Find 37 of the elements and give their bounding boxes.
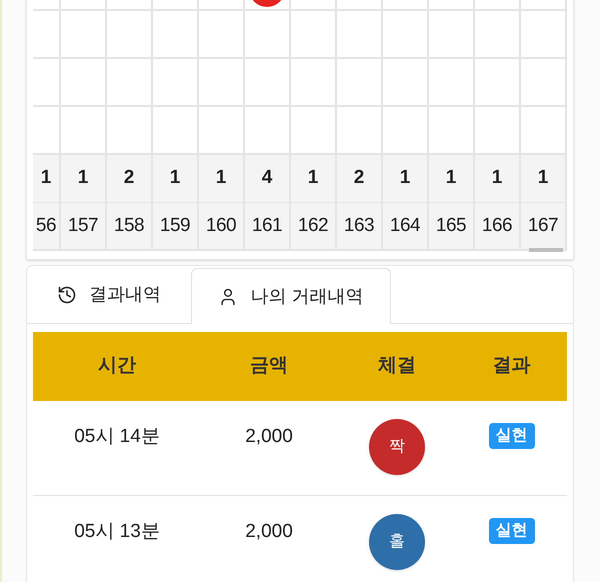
column-header: 금액 (249, 354, 289, 378)
round-number: 167 (521, 203, 565, 251)
scrollbar-thumb (529, 248, 563, 252)
column-header: 체결 (377, 354, 417, 378)
table-cell-text: 2,000 (244, 520, 294, 544)
round-number: 159 (153, 203, 197, 251)
history-icon (57, 284, 77, 304)
count-label: 1 (216, 166, 226, 190)
count-label: 1 (40, 166, 52, 190)
status-badge: 실현 (488, 423, 534, 449)
round-number: 161 (245, 203, 289, 251)
count-label: 1 (446, 166, 456, 190)
count-label: 2 (354, 166, 364, 190)
count-label: 1 (538, 166, 548, 190)
column-header: 시간 (97, 354, 137, 378)
count-label: 1 (492, 166, 502, 190)
count-label: 1 (170, 166, 180, 190)
round-number: 162 (291, 203, 335, 251)
round-number: 160 (199, 203, 243, 251)
table-cell-text: 05시 13분 (73, 520, 161, 544)
round-number: 157 (61, 203, 105, 251)
count-label: 1 (400, 166, 410, 190)
round-number: 163 (337, 203, 381, 251)
round-number: 158 (107, 203, 151, 251)
round-number: 166 (475, 203, 519, 251)
count-label: 2 (124, 166, 134, 190)
round-number: 164 (383, 203, 427, 251)
count-label: 1 (308, 166, 318, 190)
table-cell-text: 05시 14분 (73, 425, 161, 449)
table-cell-text: 2,000 (244, 425, 294, 449)
tab[interactable]: 나의 거래내역 (191, 268, 391, 324)
round-number: 165 (429, 203, 473, 251)
count-label: 4 (262, 166, 272, 190)
status-badge: 실현 (488, 518, 534, 544)
count-label: 1 (78, 166, 88, 190)
column-header: 결과 (492, 354, 532, 378)
round-number: 56 (33, 203, 59, 251)
